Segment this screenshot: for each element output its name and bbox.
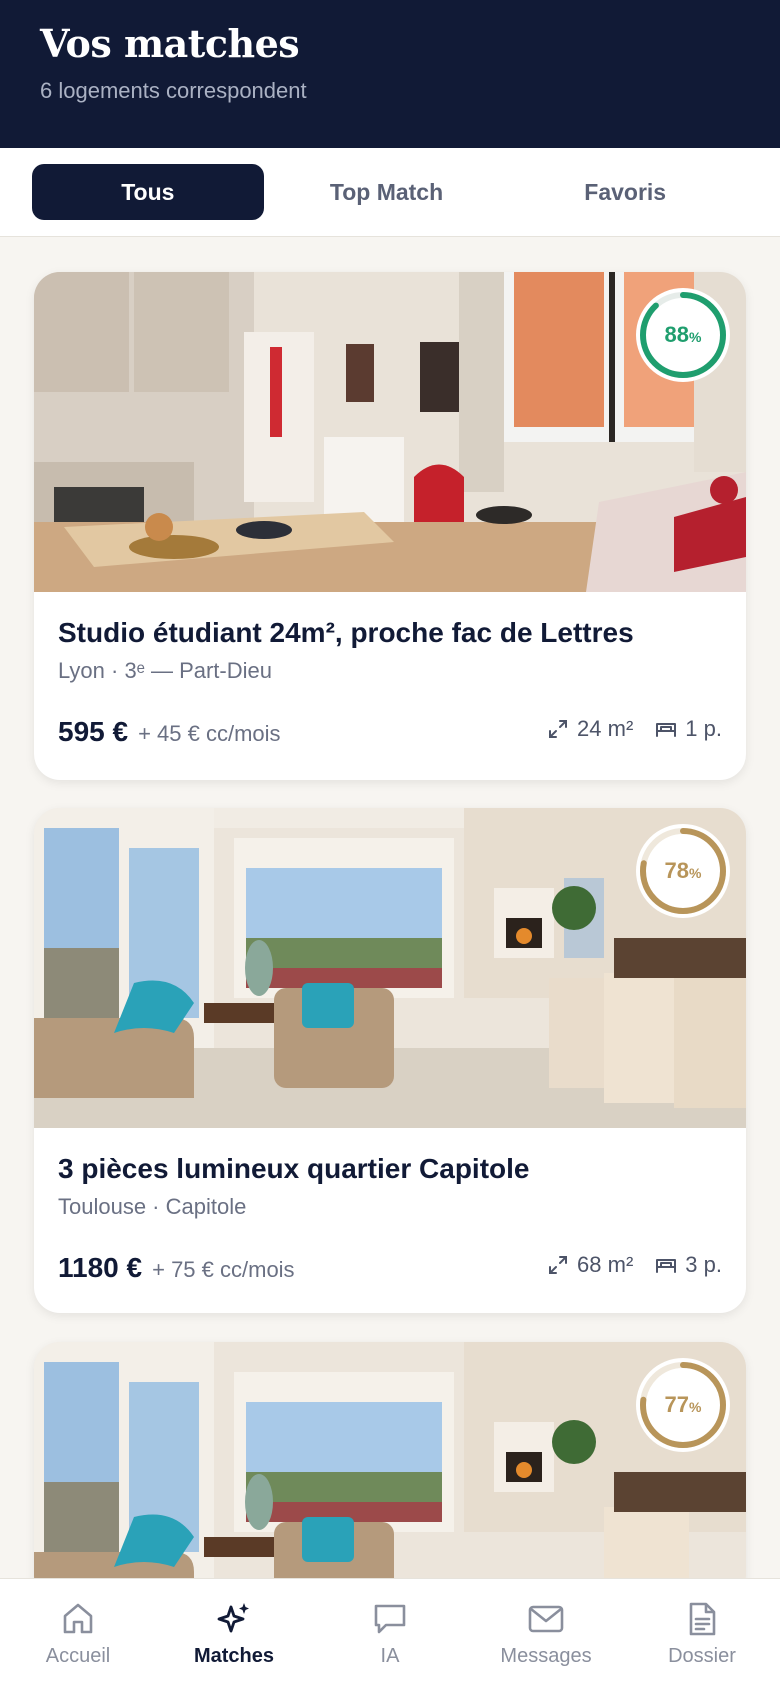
nav-label: Dossier [668, 1645, 736, 1667]
match-score-text: 77% [664, 1392, 702, 1417]
listing-card[interactable]: 77% [34, 1342, 746, 1602]
listing-card[interactable]: 78% 3 pièces lumineux quartier Capitole … [34, 808, 746, 1313]
listing-photo: 78% [34, 808, 746, 1128]
match-score-badge: 77% [636, 1358, 730, 1452]
area-info: 68 m² [547, 1252, 633, 1278]
listing-card[interactable]: 88% Studio étudiant 24m², proche fac de … [34, 272, 746, 780]
charges-amount: + 45 € cc/mois [138, 721, 281, 746]
nav-label: IA [380, 1645, 400, 1667]
rooms-info: 3 p. [655, 1252, 722, 1278]
match-score-text: 88% [664, 322, 702, 347]
home-icon [63, 1603, 93, 1634]
listing-title: 3 pièces lumineux quartier Capitole [58, 1153, 530, 1184]
area-info: 24 m² [547, 716, 633, 742]
envelope-icon [528, 1605, 564, 1633]
nav-label: Messages [500, 1645, 592, 1667]
chat-bubble-icon [374, 1604, 406, 1634]
rent-amount: 1180 € [58, 1252, 143, 1283]
page-header: Vos matches 6 logements correspondent [0, 0, 780, 148]
bed-icon [656, 723, 677, 737]
rent-amount: 595 € [58, 716, 129, 747]
area-value: 24 m² [577, 716, 634, 741]
listing-photo: 88% [34, 272, 746, 592]
listing-price: 595 € + 45 € cc/mois [58, 716, 281, 748]
match-score-badge: 88% [636, 288, 730, 382]
match-score-text: 78% [664, 858, 702, 883]
sparkles-icon [217, 1603, 249, 1633]
nav-label: Matches [193, 1645, 275, 1667]
listing-meta: 24 m² 1 p. [525, 716, 722, 742]
document-icon [689, 1602, 716, 1636]
tab-tous[interactable]: Tous [32, 164, 264, 220]
rooms-info: 1 p. [655, 716, 722, 742]
filter-tabs: Tous Top Match Favoris [0, 148, 780, 237]
listing-location: Lyon · 3ᵉ — Part-Dieu [58, 658, 272, 683]
nav-messages[interactable]: Messages [468, 1579, 624, 1688]
charges-amount: + 75 € cc/mois [152, 1257, 295, 1282]
tab-top-match[interactable]: Top Match [271, 164, 503, 220]
bed-icon [656, 1259, 677, 1273]
listing-price: 1180 € + 75 € cc/mois [58, 1252, 295, 1284]
listing-title: Studio étudiant 24m², proche fac de Lett… [58, 617, 634, 648]
results-count: 6 logements correspondent [40, 78, 307, 103]
match-score-badge: 78% [636, 824, 730, 918]
page-title: Vos matches [40, 21, 300, 66]
rooms-value: 1 p. [685, 716, 722, 741]
nav-dossier[interactable]: Dossier [624, 1579, 780, 1688]
expand-icon [549, 1256, 568, 1274]
expand-icon [549, 720, 568, 738]
listing-location: Toulouse · Capitole [58, 1194, 247, 1219]
tab-favoris[interactable]: Favoris [509, 164, 741, 220]
rooms-value: 3 p. [685, 1252, 722, 1277]
bottom-navigation: Accueil Matches IA Messages Dossier [0, 1578, 780, 1688]
listing-photo: 77% [34, 1342, 746, 1602]
nav-ia[interactable]: IA [312, 1579, 468, 1688]
nav-accueil[interactable]: Accueil [0, 1579, 156, 1688]
listing-meta: 68 m² 3 p. [525, 1252, 722, 1278]
area-value: 68 m² [577, 1252, 634, 1277]
nav-label: Accueil [45, 1645, 111, 1667]
nav-matches[interactable]: Matches [156, 1579, 312, 1688]
